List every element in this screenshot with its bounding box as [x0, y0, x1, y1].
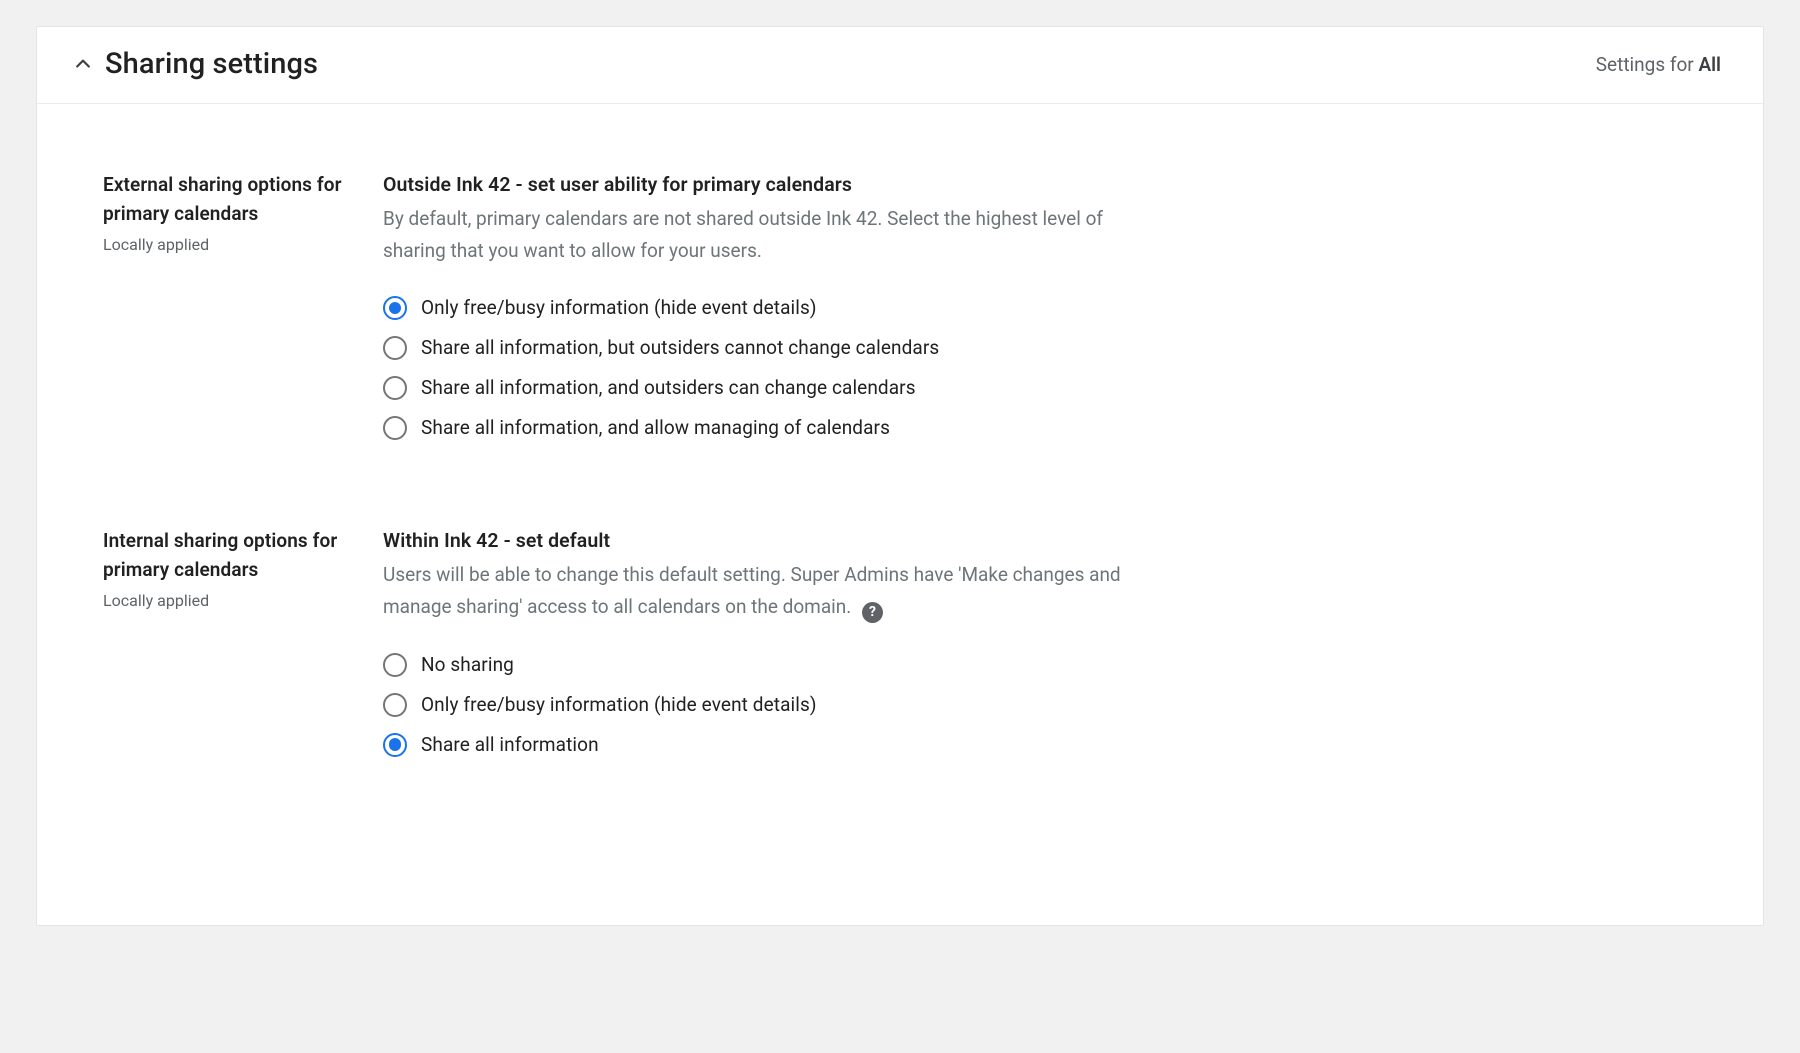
internal-description-text: Users will be able to change this defaul… — [383, 563, 1121, 617]
radio-icon — [383, 653, 407, 677]
external-option-2[interactable]: Share all information, and outsiders can… — [383, 376, 1697, 400]
external-option-3[interactable]: Share all information, and allow managin… — [383, 416, 1697, 440]
external-description: By default, primary calendars are not sh… — [383, 203, 1123, 266]
external-option-1[interactable]: Share all information, but outsiders can… — [383, 336, 1697, 360]
internal-option-0[interactable]: No sharing — [383, 653, 1697, 677]
section-external-right: Outside Ink 42 - set user ability for pr… — [383, 170, 1697, 440]
internal-option-2[interactable]: Share all information — [383, 733, 1697, 757]
radio-icon — [383, 693, 407, 717]
section-external-locally-applied: Locally applied — [103, 235, 359, 254]
page-title: Sharing settings — [105, 47, 318, 81]
section-internal-locally-applied: Locally applied — [103, 591, 359, 610]
radio-label: No sharing — [421, 653, 514, 676]
radio-label: Share all information — [421, 733, 599, 756]
radio-icon — [383, 336, 407, 360]
settings-card: Sharing settings Settings for All Extern… — [36, 26, 1764, 926]
help-icon[interactable]: ? — [862, 602, 883, 623]
radio-label: Share all information, and allow managin… — [421, 416, 890, 439]
internal-description: Users will be able to change this defaul… — [383, 559, 1123, 622]
section-internal-right: Within Ink 42 - set default Users will b… — [383, 526, 1697, 757]
radio-icon — [383, 296, 407, 320]
external-heading: Outside Ink 42 - set user ability for pr… — [383, 170, 1697, 199]
card-body: External sharing options for primary cal… — [37, 104, 1763, 797]
radio-icon — [383, 733, 407, 757]
radio-label: Share all information, but outsiders can… — [421, 336, 939, 359]
external-radio-group: Only free/busy information (hide event d… — [383, 296, 1697, 440]
header-left: Sharing settings — [73, 47, 318, 81]
section-external-title: External sharing options for primary cal… — [103, 170, 359, 229]
radio-icon — [383, 376, 407, 400]
radio-label: Only free/busy information (hide event d… — [421, 296, 817, 319]
internal-radio-group: No sharing Only free/busy information (h… — [383, 653, 1697, 757]
section-external-left: External sharing options for primary cal… — [103, 170, 383, 440]
section-internal-sharing: Internal sharing options for primary cal… — [103, 526, 1697, 757]
radio-label: Share all information, and outsiders can… — [421, 376, 916, 399]
card-header: Sharing settings Settings for All — [37, 27, 1763, 104]
external-option-0[interactable]: Only free/busy information (hide event d… — [383, 296, 1697, 320]
radio-icon — [383, 416, 407, 440]
section-external-sharing: External sharing options for primary cal… — [103, 170, 1697, 440]
settings-for-value: All — [1698, 53, 1721, 76]
settings-for-prefix: Settings for — [1596, 53, 1699, 76]
collapse-icon[interactable] — [73, 54, 93, 74]
settings-for-label: Settings for All — [1596, 53, 1723, 76]
radio-label: Only free/busy information (hide event d… — [421, 693, 817, 716]
page-root: Sharing settings Settings for All Extern… — [0, 0, 1800, 926]
section-internal-left: Internal sharing options for primary cal… — [103, 526, 383, 757]
section-internal-title: Internal sharing options for primary cal… — [103, 526, 359, 585]
internal-option-1[interactable]: Only free/busy information (hide event d… — [383, 693, 1697, 717]
internal-heading: Within Ink 42 - set default — [383, 526, 1697, 555]
